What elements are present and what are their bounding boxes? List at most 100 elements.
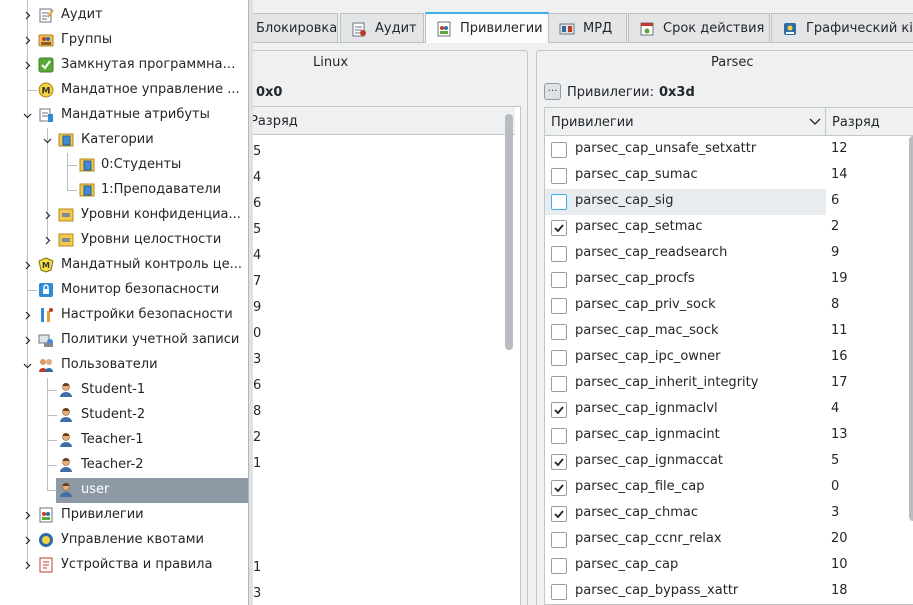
privilege-checkbox[interactable] — [551, 454, 567, 470]
tree-item[interactable]: Student-2 — [0, 403, 248, 428]
tree-item-label: Уровни конфиденциа... — [81, 207, 241, 222]
tree-item[interactable]: Монитор безопасности — [0, 278, 248, 303]
tab-6[interactable]: Графический кі — [771, 13, 913, 43]
parsec-table-scrollbar[interactable] — [909, 136, 913, 521]
security-settings-icon — [38, 307, 54, 323]
privilege-row[interactable]: parsec_cap_inherit_integrity 17 — [545, 371, 905, 397]
chevron-right-icon[interactable] — [42, 210, 52, 220]
privilege-name: parsec_cap_cap — [575, 557, 679, 572]
navigation-tree: Аудит Группы Замкнутая программная ... M Ман… — [0, 0, 248, 605]
chevron-right-icon[interactable] — [22, 10, 32, 20]
tab-1[interactable]: Блокировка — [253, 13, 338, 43]
privilege-row[interactable]: parsec_cap_readsearch 9 — [545, 241, 905, 267]
tree-item[interactable]: Управление квотами — [0, 528, 248, 553]
privilege-row[interactable]: parsec_cap_sumac 14 — [545, 163, 905, 189]
chevron-right-icon[interactable] — [22, 260, 32, 270]
chevron-right-icon[interactable] — [22, 510, 32, 520]
tree-item[interactable]: Политики учетной записи — [0, 328, 248, 353]
linux-column-bit[interactable]: Разряд — [253, 114, 298, 129]
privileges-tab-icon — [436, 21, 452, 37]
tree-item[interactable]: M Мандатный контроль це... — [0, 253, 248, 278]
privilege-row[interactable]: parsec_cap_ignmaccat 5 — [545, 449, 905, 475]
tab-3[interactable]: Привилегии — [425, 12, 549, 43]
tree-item[interactable]: M Мандатное управление ... — [0, 78, 248, 103]
tree-item[interactable]: Аудит — [0, 3, 248, 28]
privilege-row[interactable]: parsec_cap_priv_sock 8 — [545, 293, 905, 319]
tree-item[interactable]: Student-1 — [0, 378, 248, 403]
tab-bar: Блокировка Аудит Привилегии МРД Срок действи… — [253, 12, 913, 43]
tree-item[interactable]: Настройки безопасности — [0, 303, 248, 328]
parsec-column-privileges[interactable]: Привилегии — [545, 108, 826, 136]
privilege-checkbox[interactable] — [551, 584, 567, 600]
chevron-right-icon[interactable] — [42, 235, 52, 245]
privilege-checkbox[interactable] — [551, 350, 567, 366]
privilege-checkbox[interactable] — [551, 480, 567, 496]
privilege-checkbox[interactable] — [551, 272, 567, 288]
parsec-privileges-table[interactable]: Привилегии Разряд parsec_cap_unsafe_setx… — [544, 107, 913, 605]
user-icon — [58, 482, 74, 498]
privilege-checkbox[interactable] — [551, 532, 567, 548]
privilege-checkbox[interactable] — [551, 298, 567, 314]
chevron-down-icon[interactable] — [22, 360, 32, 370]
tab-4[interactable]: МРД — [548, 13, 627, 43]
privilege-checkbox[interactable] — [551, 246, 567, 262]
chevron-right-icon[interactable] — [22, 60, 32, 70]
privilege-row[interactable]: parsec_cap_ignmaclvl 4 — [545, 397, 905, 423]
tree-item[interactable]: Мандатные атрибуты — [0, 103, 248, 128]
privilege-row[interactable]: parsec_cap_bypass_xattr 18 — [545, 579, 905, 605]
tree-item[interactable]: Teacher-2 — [0, 453, 248, 478]
chevron-right-icon[interactable] — [22, 35, 32, 45]
privilege-row[interactable]: parsec_cap_ipc_owner 16 — [545, 345, 905, 371]
tree-item[interactable]: user — [47, 478, 248, 503]
privilege-checkbox[interactable] — [551, 324, 567, 340]
tree-item[interactable]: Уровни целостности — [0, 228, 248, 253]
privilege-row[interactable]: parsec_cap_sig 6 — [545, 189, 905, 215]
privilege-row[interactable]: parsec_cap_unsafe_setxattr 12 — [545, 137, 905, 163]
tab-5[interactable]: Срок действия — [628, 13, 770, 43]
tree-item[interactable]: Уровни конфиденциа... — [0, 203, 248, 228]
privilege-checkbox[interactable] — [551, 194, 567, 210]
parsec-table-header: Привилегии Разряд — [545, 108, 913, 136]
privilege-checkbox[interactable] — [551, 376, 567, 392]
chevron-right-icon[interactable] — [22, 310, 32, 320]
tree-item[interactable]: Замкнутая программная ... — [0, 53, 248, 78]
privilege-checkbox[interactable] — [551, 558, 567, 574]
privilege-checkbox[interactable] — [551, 220, 567, 236]
chevron-down-icon[interactable] — [42, 135, 52, 145]
privilege-checkbox[interactable] — [551, 428, 567, 444]
privilege-row[interactable]: parsec_cap_file_cap 0 — [545, 475, 905, 501]
privilege-checkbox[interactable] — [551, 402, 567, 418]
chevron-right-icon[interactable] — [22, 335, 32, 345]
privilege-checkbox[interactable] — [551, 506, 567, 522]
tree-item[interactable]: 1:Преподаватели — [0, 178, 248, 203]
privilege-row[interactable]: parsec_cap_cap 10 — [545, 553, 905, 579]
privilege-row[interactable]: parsec_cap_chmac 3 — [545, 501, 905, 527]
tree-item-label: Политики учетной записи — [61, 332, 240, 347]
tree-item[interactable]: Пользователи — [0, 353, 248, 378]
chevron-right-icon[interactable] — [22, 535, 32, 545]
tab-2[interactable]: Аудит — [340, 13, 424, 43]
privilege-row[interactable]: parsec_cap_mac_sock 11 — [545, 319, 905, 345]
tree-item[interactable]: Группы — [0, 28, 248, 53]
privilege-row[interactable]: parsec_cap_setmac 2 — [545, 215, 905, 241]
linux-bit-cell: 1 — [253, 456, 262, 471]
privilege-row[interactable]: parsec_cap_ccnr_relax 20 — [545, 527, 905, 553]
tree-item[interactable]: Категории — [0, 128, 248, 153]
tree-item[interactable]: Устройства и правила — [0, 553, 248, 578]
privilege-row[interactable]: parsec_cap_ignmacint 13 — [545, 423, 905, 449]
privilege-checkbox[interactable] — [551, 168, 567, 184]
tree-item-label: Управление квотами — [61, 532, 204, 547]
tree-item[interactable]: Teacher-1 — [0, 428, 248, 453]
privilege-name: parsec_cap_readsearch — [575, 245, 728, 260]
privilege-bit: 16 — [831, 349, 848, 364]
tree-item[interactable]: 0:Студенты — [0, 153, 248, 178]
chevron-down-icon[interactable] — [22, 110, 32, 120]
parsec-edit-button[interactable]: ··· — [544, 83, 561, 100]
chevron-right-icon[interactable] — [22, 560, 32, 570]
linux-table-scrollbar[interactable] — [505, 114, 513, 350]
privilege-checkbox[interactable] — [551, 142, 567, 158]
privilege-row[interactable]: parsec_cap_procfs 19 — [545, 267, 905, 293]
tree-item[interactable]: Привилегии — [0, 503, 248, 528]
linux-bit-cell: 3 — [253, 586, 262, 601]
linux-privileges-table[interactable]: Разряд 5 4 6 5 4 7 9 0 3 6 8 2 1 1 3 — [253, 106, 521, 605]
